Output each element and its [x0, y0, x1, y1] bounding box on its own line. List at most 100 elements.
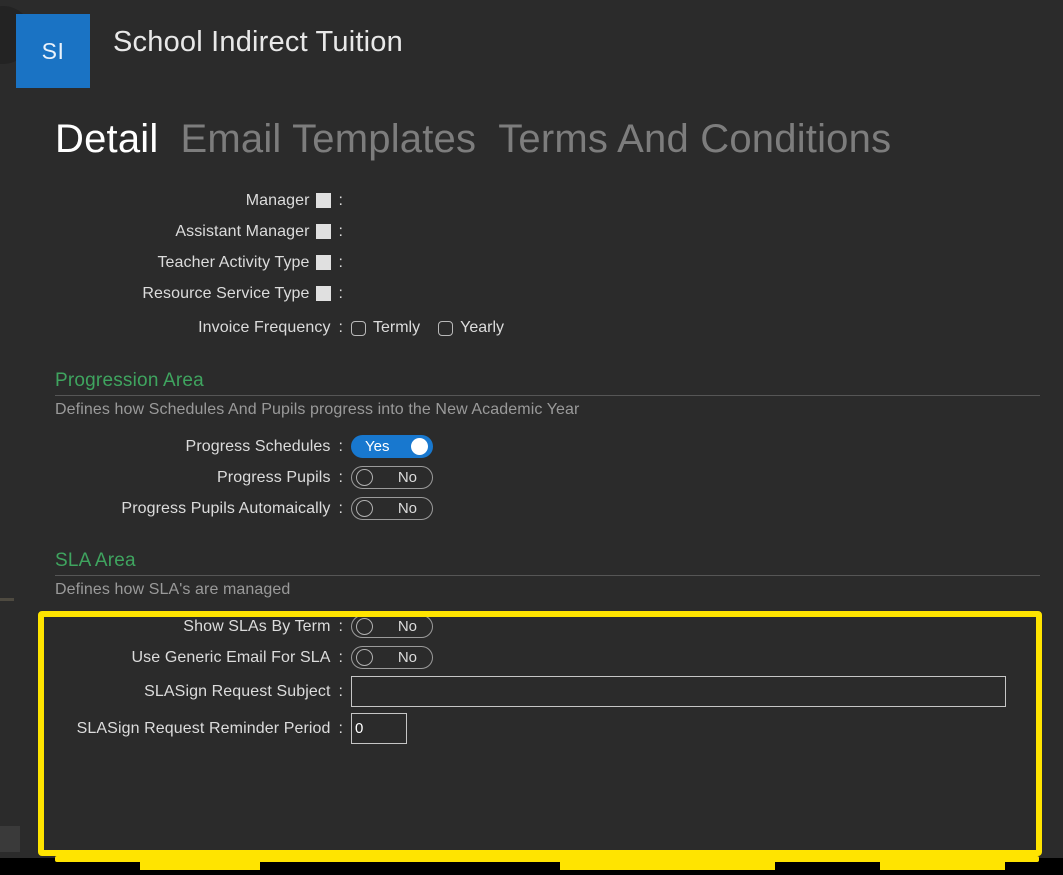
colon-separator: : [338, 648, 343, 666]
colon-separator: : [338, 617, 343, 635]
field-label-assistant-manager: Assistant Manager : [0, 223, 343, 241]
field-label-invoice-frequency-text: Invoice Frequency [198, 319, 331, 336]
field-label-slasign-request-reminder-period-text: SLASign Request Reminder Period [76, 719, 331, 737]
app-window: SI School Indirect Tuition Detail Email … [0, 0, 1063, 875]
colon-separator: : [338, 222, 343, 240]
detail-form: Manager : Assistant Manager : Teacher Ac… [0, 185, 1063, 747]
colon-separator: : [338, 437, 343, 455]
field-row-invoice-frequency: Invoice Frequency : Termly Yearly [0, 309, 1063, 347]
field-row-assistant-manager: Assistant Manager : [0, 216, 1063, 247]
section-divider [55, 575, 1040, 576]
field-label-teacher-activity-type-text: Teacher Activity Type [157, 253, 310, 271]
app-header: SI School Indirect Tuition [0, 0, 1063, 102]
colon-separator: : [338, 253, 343, 271]
field-row-show-slas-by-term: Show SLAs By Term : No [0, 611, 1063, 642]
field-control-use-generic-email-for-sla: No [351, 646, 433, 669]
checkbox-termly-label: Termly [373, 319, 421, 336]
section-description-progression-area: Defines how Schedules And Pupils progres… [55, 401, 580, 418]
field-label-progress-schedules-text: Progress Schedules [185, 437, 331, 455]
left-edge-mark [0, 598, 14, 601]
colon-separator: : [338, 719, 343, 737]
invoice-frequency-options: Termly Yearly [351, 319, 504, 337]
tab-detail[interactable]: Detail [55, 119, 158, 159]
toggle-progress-schedules-value: Yes [365, 438, 390, 455]
field-label-progress-pupils-automatically-text: Progress Pupils Automaically [121, 499, 331, 517]
checkbox-yearly-label: Yearly [460, 319, 504, 336]
field-row-progress-schedules: Progress Schedules : Yes [0, 431, 1063, 462]
checkbox-item-termly[interactable]: Termly [351, 319, 420, 337]
toggle-progress-pupils-automatically-value: No [397, 500, 417, 517]
bottom-highlight-segment [880, 862, 1005, 870]
field-control-progress-schedules: Yes [351, 435, 433, 458]
toggle-knob-icon [356, 649, 373, 666]
colon-separator: : [338, 468, 343, 486]
colon-separator: : [338, 682, 343, 700]
toggle-knob-icon [356, 618, 373, 635]
field-label-use-generic-email-for-sla-text: Use Generic Email For SLA [131, 648, 331, 666]
checkbox-termly-icon[interactable] [351, 320, 366, 336]
field-label-progress-pupils: Progress Pupils : [0, 469, 343, 487]
left-edge-panel-mark [0, 826, 20, 852]
field-row-progress-pupils: Progress Pupils : No [0, 462, 1063, 493]
field-row-slasign-request-reminder-period: SLASign Request Reminder Period : [0, 710, 1063, 747]
page-title: School Indirect Tuition [113, 26, 403, 58]
toggle-progress-pupils[interactable]: No [351, 466, 433, 489]
tab-email-templates[interactable]: Email Templates [180, 119, 476, 159]
tab-bar: Detail Email Templates Terms And Conditi… [55, 119, 891, 159]
section-divider [55, 395, 1040, 396]
colon-separator: : [338, 499, 343, 517]
field-label-assistant-manager-text: Assistant Manager [175, 222, 310, 240]
colon-separator: : [338, 191, 343, 209]
toggle-progress-schedules[interactable]: Yes [351, 435, 433, 458]
progression-toggle-list: Progress Schedules : Yes Progress Pupils… [0, 431, 1063, 524]
section-description-sla-area: Defines how SLA's are managed [55, 581, 291, 598]
section-title-sla-area: SLA Area [55, 550, 136, 571]
field-row-slasign-request-subject: SLASign Request Subject : [0, 673, 1063, 710]
field-label-resource-service-type: Resource Service Type : [0, 285, 343, 303]
field-label-progress-pupils-text: Progress Pupils [217, 468, 331, 486]
section-sla-area: SLA Area Defines how SLA's are managed [0, 550, 1063, 599]
lookup-square-icon[interactable] [315, 286, 331, 301]
toggle-use-generic-email-for-sla-value: No [397, 649, 417, 666]
field-label-progress-pupils-automatically: Progress Pupils Automaically : [0, 500, 343, 518]
slasign-request-reminder-period-input[interactable] [351, 713, 407, 744]
field-control-show-slas-by-term: No [351, 615, 433, 638]
sla-field-list: Show SLAs By Term : No Use Generic Email… [0, 611, 1063, 747]
field-control-progress-pupils: No [351, 466, 433, 489]
field-label-invoice-frequency: Invoice Frequency : [0, 319, 343, 337]
checkbox-yearly-icon[interactable] [438, 320, 454, 336]
toggle-use-generic-email-for-sla[interactable]: No [351, 646, 433, 669]
tab-terms-and-conditions[interactable]: Terms And Conditions [498, 119, 891, 159]
field-row-progress-pupils-automatically: Progress Pupils Automaically : No [0, 493, 1063, 524]
field-label-show-slas-by-term: Show SLAs By Term : [0, 618, 343, 636]
toggle-knob-icon [356, 500, 373, 517]
section-progression-area: Progression Area Defines how Schedules A… [0, 370, 1063, 419]
field-row-teacher-activity-type: Teacher Activity Type : [0, 247, 1063, 278]
field-control-invoice-frequency: Termly Yearly [351, 319, 504, 337]
lookup-square-icon[interactable] [315, 255, 331, 270]
field-label-resource-service-type-text: Resource Service Type [142, 284, 310, 302]
checkbox-item-yearly[interactable]: Yearly [438, 319, 504, 337]
section-title-progression-area: Progression Area [55, 370, 204, 391]
field-label-use-generic-email-for-sla: Use Generic Email For SLA : [0, 649, 343, 667]
field-label-slasign-request-reminder-period: SLASign Request Reminder Period : [0, 720, 343, 738]
field-label-manager: Manager : [0, 192, 343, 210]
toggle-progress-pupils-value: No [397, 469, 417, 486]
bottom-highlight-segment [560, 862, 775, 870]
slasign-request-subject-input[interactable] [351, 676, 1006, 707]
field-row-manager: Manager : [0, 185, 1063, 216]
app-badge-icon: SI [16, 14, 90, 88]
colon-separator: : [338, 284, 343, 302]
toggle-knob-icon [356, 469, 373, 486]
bottom-highlight-segment [140, 862, 260, 870]
field-row-resource-service-type: Resource Service Type : [0, 278, 1063, 309]
field-label-progress-schedules: Progress Schedules : [0, 438, 343, 456]
toggle-knob-icon [411, 438, 428, 455]
lookup-square-icon[interactable] [315, 224, 331, 239]
toggle-show-slas-by-term[interactable]: No [351, 615, 433, 638]
field-control-progress-pupils-automatically: No [351, 497, 433, 520]
field-control-slasign-request-reminder-period [351, 713, 407, 744]
lookup-square-icon[interactable] [315, 193, 331, 208]
field-label-slasign-request-subject: SLASign Request Subject : [0, 683, 343, 701]
toggle-progress-pupils-automatically[interactable]: No [351, 497, 433, 520]
